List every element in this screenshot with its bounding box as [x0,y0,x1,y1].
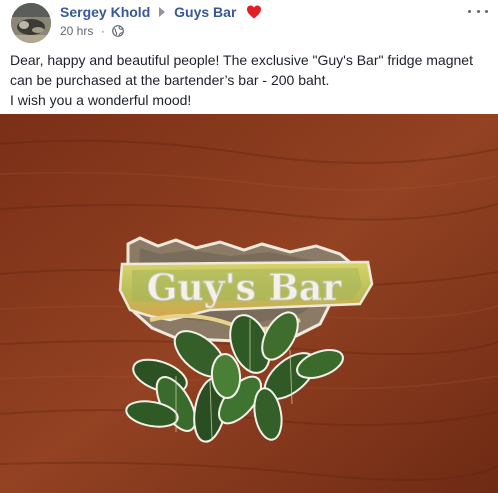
post-text: Dear, happy and beautiful people! The ex… [10,50,488,110]
triangle-right-icon [158,7,165,17]
facebook-post: Sergey Khold Guys Bar 20 hrs · Dear, hap… [0,0,498,493]
heart-icon [246,5,261,19]
post-header: Sergey Khold Guys Bar 20 hrs · [0,0,498,43]
magnet-text: Guy's Bar [147,267,342,309]
timestamp[interactable]: 20 hrs [60,23,93,39]
meta-separator: · [100,24,105,38]
post-text-line: Dear, happy and beautiful people! The ex… [10,52,473,68]
avatar[interactable] [11,3,51,43]
post-photo[interactable]: Guy's Bar [0,114,498,493]
avatar-image [11,3,51,43]
magnet-photo: Guy's Bar [0,114,498,493]
post-meta: 20 hrs · [60,23,125,39]
more-options-button[interactable] [468,4,488,18]
more-dot-icon [468,9,471,13]
more-dot-icon [485,9,488,13]
more-dot-icon [476,9,480,13]
author-line: Sergey Khold Guys Bar [60,3,262,21]
group-name[interactable]: Guys Bar [174,3,236,21]
author-name[interactable]: Sergey Khold [60,3,150,21]
globe-icon[interactable] [112,25,125,37]
post-text-line: can be purchased at the bartender’s bar … [10,72,330,88]
post-text-line: I wish you a wonderful mood! [10,92,192,108]
